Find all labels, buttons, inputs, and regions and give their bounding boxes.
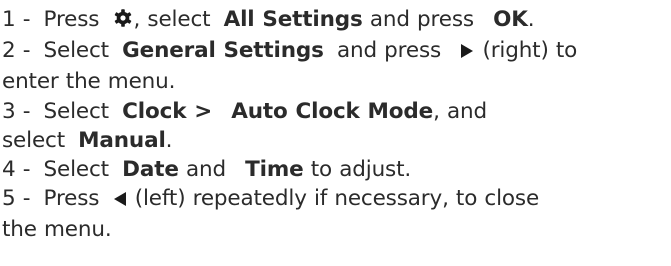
gear-icon <box>113 7 133 36</box>
step-3-continued: select Manual. <box>2 126 671 155</box>
step-text: . <box>165 127 173 153</box>
step-text: Press <box>43 186 100 212</box>
date-label: Date <box>122 157 179 183</box>
step-text: and <box>185 157 226 183</box>
step-text: , select <box>133 7 211 32</box>
step-number: 5 - <box>2 186 31 212</box>
triangle-right-icon <box>460 38 474 67</box>
step-text: Select <box>43 98 110 124</box>
time-label: Time <box>245 157 304 183</box>
step-number: 4 - <box>2 157 31 183</box>
step-text: (right) to <box>482 38 578 64</box>
step-text: and press <box>369 7 474 32</box>
step-1: 1 - Press , select All Settings and pres… <box>2 5 671 36</box>
step-5-continued: the menu. <box>2 215 671 244</box>
all-settings-label: All Settings <box>223 7 363 32</box>
step-text: to adjust. <box>310 157 412 183</box>
ok-label: OK <box>493 7 528 32</box>
step-text: Select <box>43 38 110 64</box>
step-text: select <box>2 127 65 153</box>
general-settings-label: General Settings <box>122 38 324 64</box>
triangle-left-icon <box>113 186 127 215</box>
step-text: , and <box>433 98 487 124</box>
step-text: . <box>527 7 535 32</box>
step-text: (left) repeatedly if necessary, to close <box>134 186 540 212</box>
step-2-continued: enter the menu. <box>2 67 671 96</box>
step-4: 4 - Select Date and Time to adjust. <box>2 155 671 184</box>
step-text: Press <box>43 7 100 32</box>
step-number: 3 - <box>2 98 31 124</box>
instructions: 1 - Press , select All Settings and pres… <box>0 0 671 266</box>
clock-label: Clock > <box>122 98 213 124</box>
step-2: 2 - Select General Settings and press (r… <box>2 36 671 67</box>
step-5: 5 - Press (left) repeatedly if necessary… <box>2 184 671 215</box>
step-text: the menu. <box>2 217 112 243</box>
step-3: 3 - Select Clock > Auto Clock Mode, and <box>2 97 671 126</box>
step-number: 2 - <box>2 38 31 64</box>
step-text: and press <box>337 38 442 64</box>
manual-label: Manual <box>78 127 166 153</box>
auto-clock-mode-label: Auto Clock Mode <box>231 98 434 124</box>
step-number: 1 - <box>2 7 31 32</box>
step-text: enter the menu. <box>2 69 176 95</box>
step-text: Select <box>43 157 110 183</box>
